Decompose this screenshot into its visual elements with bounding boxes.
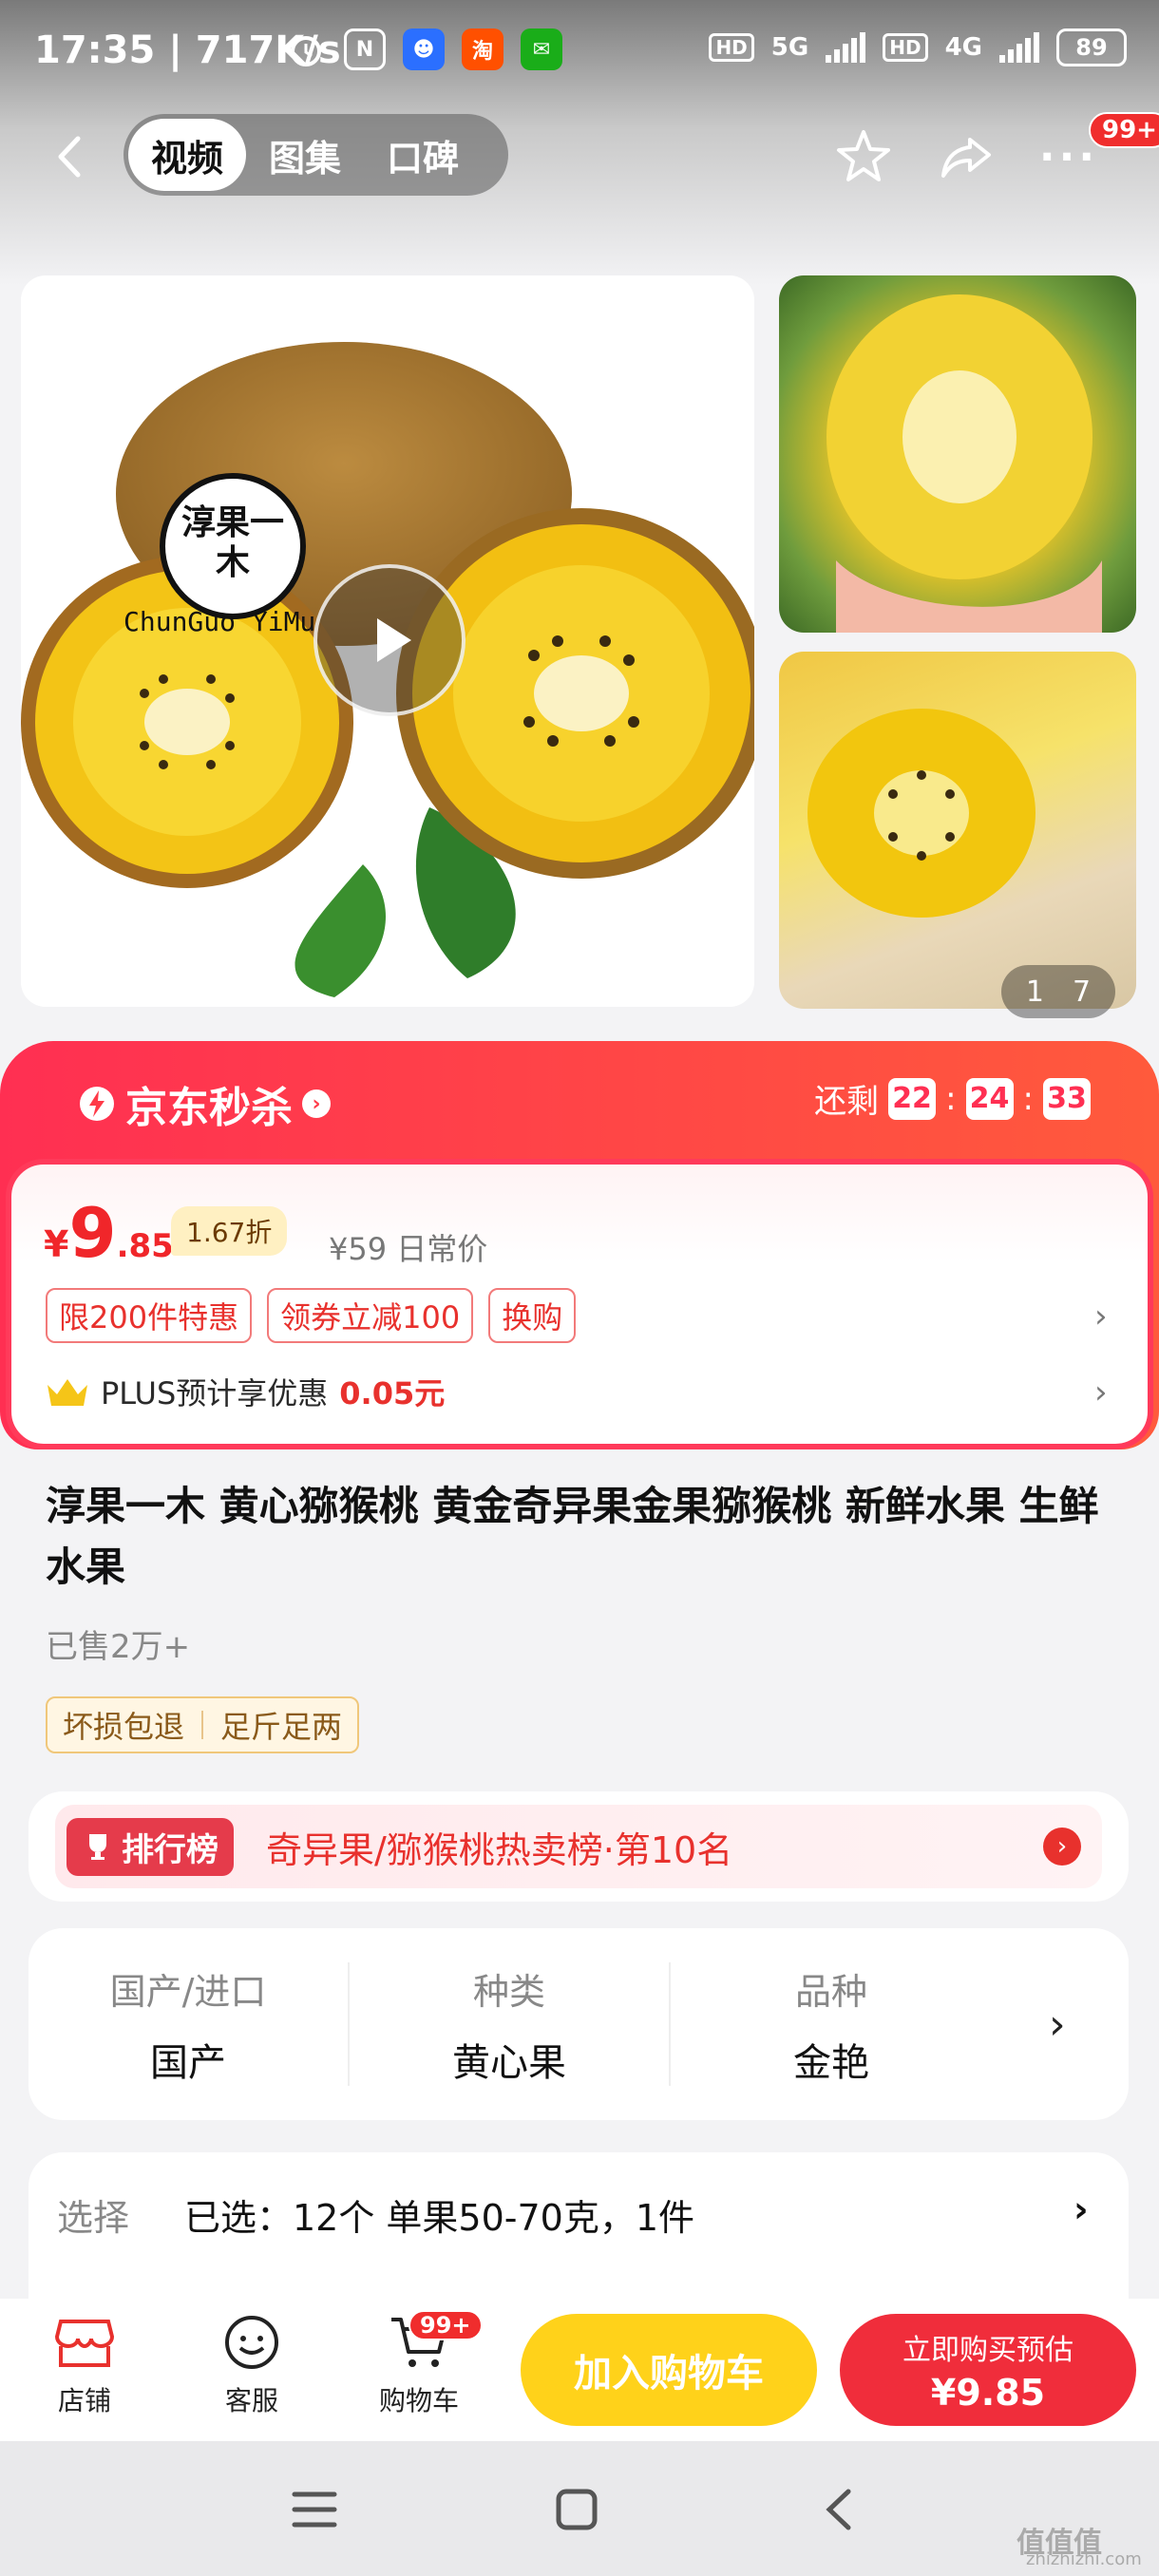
watermark-site: zhizhizhi.com bbox=[1026, 2549, 1142, 2569]
discount-badge: 1.67折 bbox=[171, 1206, 288, 1256]
battery-icon: 89 bbox=[1056, 28, 1127, 66]
product-title: 淳果一木 黄心猕猴桃 黄金奇异果金果猕猴桃 新鲜水果 生鲜 水果 bbox=[46, 1483, 1099, 1590]
network-5g: 5G bbox=[770, 33, 809, 62]
tab-reviews[interactable]: 口碑 bbox=[364, 119, 482, 191]
divider bbox=[201, 1711, 204, 1739]
bot-app-icon: ☻ bbox=[403, 28, 445, 70]
countdown-hours: 22 bbox=[888, 1077, 937, 1120]
store-icon bbox=[54, 2320, 115, 2367]
nfc-icon: N bbox=[344, 28, 386, 70]
service-tag: 足斤足两 bbox=[220, 1709, 343, 1745]
spec-card[interactable]: 国产/进口 国产 种类 黄心果 品种 金艳 › bbox=[28, 1928, 1129, 2120]
thumbnail-1[interactable] bbox=[779, 275, 1136, 633]
chevron-right-icon: › bbox=[302, 1089, 331, 1118]
home-square-icon bbox=[556, 2489, 598, 2530]
brand-name: 淳果一木 bbox=[180, 503, 284, 582]
countdown-minutes: 24 bbox=[965, 1077, 1014, 1120]
back-chevron-icon bbox=[826, 2489, 851, 2530]
coupon-tag[interactable]: 领券立减100 bbox=[267, 1288, 474, 1343]
spec-type: 种类 黄心果 bbox=[350, 1962, 671, 2086]
lightning-icon bbox=[80, 1087, 114, 1121]
original-price: ¥59 日常价 bbox=[329, 1231, 488, 1267]
cart-badge: 99+ bbox=[408, 2310, 483, 2340]
menu-icon bbox=[292, 2491, 337, 2528]
store-button[interactable]: 店铺 bbox=[23, 2314, 146, 2418]
select-label: 选择 bbox=[57, 2197, 130, 2239]
service-tag: 坏损包退 bbox=[63, 1709, 185, 1745]
select-value[interactable]: 已选：12个 单果50-70克，1件 bbox=[184, 2188, 694, 2241]
status-bar: 17:35 | 717K/s N ☻ 淘 ✉ HD 5G HD 4G 89 bbox=[0, 0, 1159, 104]
play-video-button[interactable] bbox=[314, 564, 466, 716]
kiwi-hand-image bbox=[826, 294, 1102, 633]
notification-icons: N ☻ 淘 ✉ bbox=[285, 28, 562, 70]
ranking-badge: 排行榜 bbox=[66, 1817, 234, 1876]
home-button[interactable] bbox=[543, 2481, 610, 2538]
system-back-button[interactable] bbox=[806, 2481, 872, 2538]
play-icon bbox=[377, 618, 411, 662]
image-page-indicator: 17 bbox=[1001, 965, 1115, 1018]
buy-now-button[interactable]: 立即购买预估 ¥9.85 bbox=[840, 2314, 1136, 2426]
share-button[interactable] bbox=[933, 123, 999, 190]
brand-pinyin: ChunGuo YiMu bbox=[124, 606, 316, 637]
message-badge: 99+ bbox=[1089, 112, 1159, 148]
tab-gallery[interactable]: 图集 bbox=[246, 119, 364, 191]
recent-apps-button[interactable] bbox=[281, 2481, 348, 2538]
coupon-row[interactable]: 限200件特惠 领券立减100 换购 bbox=[46, 1288, 577, 1343]
status-right: HD 5G HD 4G 89 bbox=[709, 28, 1127, 66]
plus-discount-row[interactable]: PLUS预计享优惠 0.05元 bbox=[46, 1370, 445, 1413]
brand-logo: 淳果一木 bbox=[152, 465, 314, 627]
coupon-tag[interactable]: 限200件特惠 bbox=[46, 1288, 253, 1343]
signal-icon-2 bbox=[999, 32, 1039, 63]
hd-icon-2: HD bbox=[883, 33, 928, 62]
crown-icon bbox=[48, 1379, 87, 1406]
network-4g: 4G bbox=[944, 33, 982, 62]
chevron-right-icon: › bbox=[1043, 1828, 1081, 1866]
chevron-right-icon[interactable]: › bbox=[1049, 2000, 1066, 2049]
add-to-cart-button[interactable]: 加入购物车 bbox=[521, 2314, 817, 2426]
taobao-app-icon: 淘 bbox=[462, 28, 504, 70]
ranking-row[interactable]: 排行榜 奇异果/猕猴桃热卖榜·第10名 › bbox=[55, 1805, 1102, 1888]
customer-service-button[interactable]: 客服 bbox=[190, 2314, 314, 2418]
seckill-title[interactable]: 京东秒杀 › bbox=[78, 1073, 331, 1134]
plus-chevron-icon[interactable]: › bbox=[1094, 1373, 1108, 1411]
ranking-text: 奇异果/猕猴桃热卖榜·第10名 bbox=[266, 1828, 733, 1871]
customer-service-icon bbox=[225, 2316, 278, 2369]
current-price: ¥ 9 .85 bbox=[44, 1193, 174, 1273]
wechat-app-icon: ✉ bbox=[521, 28, 562, 70]
kiwi-plate-image bbox=[808, 709, 1036, 918]
coupon-tag[interactable]: 换购 bbox=[488, 1288, 577, 1343]
more-dots-icon: ··· bbox=[1038, 132, 1099, 181]
spec-variety: 品种 金艳 bbox=[793, 1970, 869, 2085]
service-tags[interactable]: 坏损包退 足斤足两 bbox=[46, 1696, 360, 1753]
favorite-button[interactable] bbox=[830, 123, 897, 190]
star-icon bbox=[837, 130, 890, 181]
countdown: 还剩 22: 24: 33 bbox=[814, 1075, 1091, 1122]
media-tabs: 视频 图集 口碑 bbox=[124, 114, 508, 196]
alarm-icon bbox=[285, 28, 327, 70]
trophy-icon bbox=[89, 1834, 106, 1860]
back-arrow-icon bbox=[58, 136, 81, 178]
signal-icon bbox=[826, 32, 866, 63]
thumbnail-2[interactable] bbox=[779, 652, 1136, 1009]
spec-origin: 国产/进口 国产 bbox=[28, 1962, 350, 2086]
share-icon bbox=[941, 138, 991, 178]
countdown-seconds: 33 bbox=[1043, 1077, 1091, 1120]
tab-video[interactable]: 视频 bbox=[128, 119, 247, 191]
coupon-chevron-icon[interactable]: › bbox=[1094, 1297, 1108, 1335]
back-button[interactable] bbox=[48, 133, 95, 180]
sold-count: 已售2万+ bbox=[46, 1628, 191, 1666]
chevron-right-icon[interactable]: › bbox=[1074, 2188, 1089, 2230]
hd-icon: HD bbox=[709, 33, 754, 62]
